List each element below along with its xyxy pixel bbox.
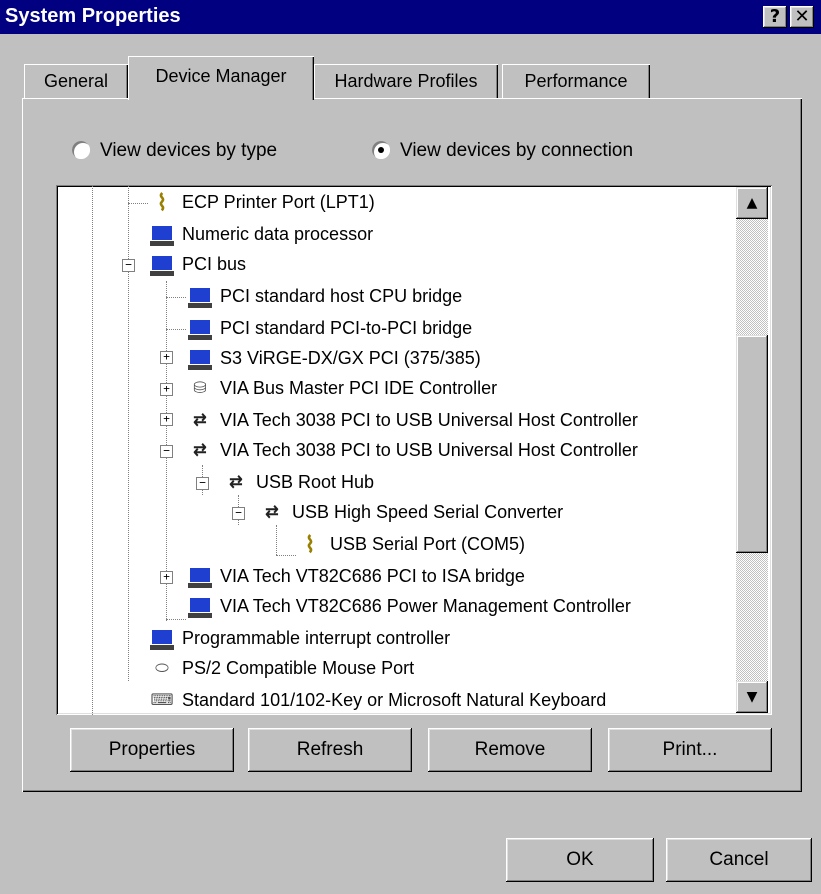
mouse-icon — [148, 657, 176, 681]
tree-item[interactable]: S3 ViRGE-DX/GX PCI (375/385) — [186, 343, 481, 373]
tree-item[interactable]: VIA Bus Master PCI IDE Controller — [186, 373, 497, 403]
tree-line — [166, 297, 186, 298]
window-title: System Properties — [5, 5, 181, 27]
vertical-scrollbar[interactable]: ▲ ▼ — [736, 187, 768, 713]
scroll-up-arrow-icon[interactable]: ▲ — [736, 187, 768, 219]
computer-icon — [186, 347, 214, 372]
tree-item[interactable]: PCI bus — [148, 249, 246, 279]
tree-item[interactable]: USB High Speed Serial Converter — [258, 497, 563, 527]
collapse-icon[interactable]: − — [122, 259, 135, 272]
computer-icon — [186, 317, 214, 342]
tab-device-manager[interactable]: Device Manager — [128, 56, 314, 100]
radio-label-by-connection: View devices by connection — [400, 140, 634, 161]
radio-selected-icon — [372, 141, 390, 159]
usb-icon — [186, 409, 214, 433]
usb-icon — [258, 501, 286, 525]
scroll-thumb[interactable] — [736, 335, 768, 553]
computer-icon — [186, 285, 214, 310]
tree-line — [276, 555, 296, 556]
tree-item[interactable]: VIA Tech 3038 PCI to USB Universal Host … — [186, 405, 638, 435]
help-button[interactable]: ? — [763, 6, 787, 28]
tree-item[interactable]: ECP Printer Port (LPT1) — [148, 187, 375, 217]
device-tree-content: − + + + − − − + ECP Printer Port (LPT1) … — [56, 185, 736, 715]
tree-item[interactable]: Programmable interrupt controller — [148, 623, 450, 653]
tree-line — [276, 525, 277, 555]
radio-unselected-icon — [72, 141, 90, 159]
collapse-icon[interactable]: − — [232, 507, 245, 520]
collapse-icon[interactable]: − — [160, 445, 173, 458]
expand-icon[interactable]: + — [160, 351, 173, 364]
device-tree[interactable]: − + + + − − − + ECP Printer Port (LPT1) … — [56, 185, 772, 715]
computer-icon — [148, 253, 176, 278]
tree-item[interactable]: Numeric data processor — [148, 219, 373, 249]
tree-line — [166, 329, 186, 330]
expand-icon[interactable]: + — [160, 383, 173, 396]
tree-item[interactable]: PS/2 Compatible Mouse Port — [148, 653, 414, 683]
title-bar[interactable]: System Properties ? ✕ — [0, 0, 821, 34]
tree-item[interactable]: Standard 101/102-Key or Microsoft Natura… — [148, 685, 606, 715]
computer-icon — [186, 595, 214, 620]
radio-label-by-type: View devices by type — [100, 140, 278, 161]
disk-controller-icon — [186, 377, 214, 401]
cancel-button[interactable]: Cancel — [666, 838, 812, 882]
tab-hardware-profiles[interactable]: Hardware Profiles — [314, 64, 498, 98]
scroll-down-arrow-icon[interactable]: ▼ — [736, 681, 768, 713]
properties-button[interactable]: Properties — [70, 728, 234, 772]
radio-view-by-connection[interactable]: View devices by connection — [372, 140, 633, 162]
tab-general[interactable]: General — [24, 64, 128, 98]
expand-icon[interactable]: + — [160, 571, 173, 584]
tab-performance[interactable]: Performance — [502, 64, 650, 98]
port-icon — [296, 533, 324, 557]
collapse-icon[interactable]: − — [196, 477, 209, 490]
tree-line — [166, 619, 186, 620]
computer-icon — [148, 223, 176, 248]
radio-view-by-type[interactable]: View devices by type — [72, 140, 277, 162]
tree-line — [128, 203, 148, 204]
tree-item[interactable]: PCI standard PCI-to-PCI bridge — [186, 313, 472, 343]
computer-icon — [148, 627, 176, 652]
tree-item[interactable]: USB Serial Port (COM5) — [296, 529, 525, 559]
keyboard-icon — [148, 689, 176, 713]
usb-icon — [186, 439, 214, 463]
refresh-button[interactable]: Refresh — [248, 728, 412, 772]
remove-button[interactable]: Remove — [428, 728, 592, 772]
tree-item[interactable]: VIA Tech VT82C686 PCI to ISA bridge — [186, 561, 525, 591]
close-button[interactable]: ✕ — [790, 6, 814, 28]
tree-item[interactable]: VIA Tech 3038 PCI to USB Universal Host … — [186, 435, 638, 465]
port-icon — [148, 191, 176, 215]
usb-icon — [222, 471, 250, 495]
tree-item[interactable]: USB Root Hub — [222, 467, 374, 497]
tree-item[interactable]: PCI standard host CPU bridge — [186, 281, 462, 311]
expand-icon[interactable]: + — [160, 413, 173, 426]
print-button[interactable]: Print... — [608, 728, 772, 772]
ok-button[interactable]: OK — [506, 838, 654, 882]
tree-item[interactable]: VIA Tech VT82C686 Power Management Contr… — [186, 591, 631, 621]
computer-icon — [186, 565, 214, 590]
tree-line — [92, 185, 93, 715]
